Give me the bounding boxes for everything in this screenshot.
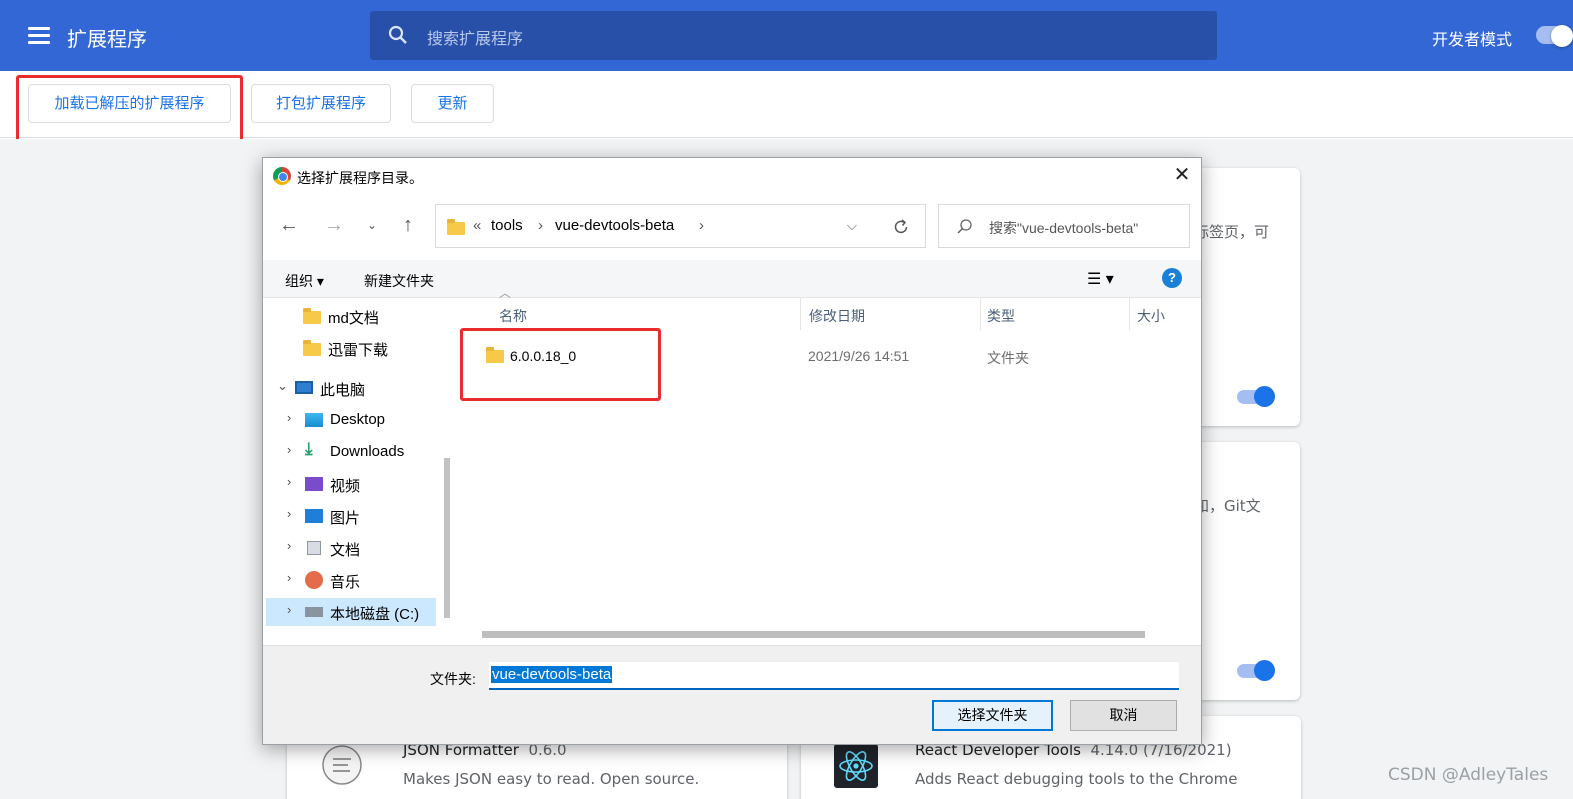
command-bar: 组织 ▾ 新建文件夹 ☰ ▾ ? (263, 260, 1201, 298)
json-formatter-icon (322, 745, 362, 785)
column-header-type[interactable]: 类型 (987, 306, 1015, 326)
nav-item-pictures[interactable]: › 图片 (287, 502, 445, 530)
extension-enable-toggle[interactable] (1237, 386, 1275, 407)
folder-icon (303, 340, 321, 356)
highlight-box-folder (460, 328, 661, 401)
column-header-modified[interactable]: 修改日期 (809, 306, 865, 326)
nav-item-local-disk-c[interactable]: › 本地磁盘 (C:) (266, 598, 436, 626)
nav-scrollbar[interactable] (444, 458, 450, 618)
update-button[interactable]: 更新 (411, 84, 494, 123)
document-icon (307, 541, 321, 555)
folder-icon (447, 219, 465, 235)
extension-enable-toggle[interactable] (1237, 660, 1275, 681)
chevron-down-icon[interactable]: ⌄ (277, 378, 288, 394)
chevron-right-icon[interactable]: › (287, 602, 291, 617)
nav-item-videos[interactable]: › 视频 (287, 470, 445, 498)
chevron-right-icon[interactable]: › (287, 570, 291, 585)
chevron-right-icon[interactable]: › (287, 442, 291, 457)
breadcrumb-tools[interactable]: tools (491, 217, 523, 234)
pack-extension-button[interactable]: 打包扩展程序 (251, 84, 391, 123)
navigation-pane: md文档 迅雷下载 ⌄ 此电脑 › Desktop › ⤓ Downloads … (263, 298, 457, 645)
cancel-button[interactable]: 取消 (1070, 700, 1177, 731)
react-icon (834, 744, 878, 788)
search-icon (388, 25, 407, 44)
folder-name-label: 文件夹: (430, 671, 476, 687)
extension-search-input[interactable]: 搜索扩展程序 (370, 11, 1217, 60)
folder-search-input[interactable]: 搜索"vue-devtools-beta" (938, 204, 1190, 248)
music-icon (305, 571, 323, 589)
nav-item-downloads[interactable]: › ⤓ Downloads (287, 438, 445, 466)
address-dropdown-icon[interactable]: ⌵ (847, 218, 857, 234)
nav-item-desktop[interactable]: › Desktop (287, 406, 445, 434)
nav-item-music[interactable]: › 音乐 (287, 566, 445, 594)
chevron-right-icon[interactable]: › (287, 538, 291, 553)
refresh-icon[interactable] (892, 218, 910, 236)
up-arrow-icon[interactable]: ↑ (397, 214, 419, 237)
nav-item-xunlei-downloads[interactable]: 迅雷下载 (303, 334, 443, 362)
dialog-title: 选择扩展程序目录。 (297, 170, 423, 186)
column-header-name[interactable]: 名称 (499, 306, 527, 326)
forward-arrow-icon[interactable]: → (323, 214, 345, 237)
nav-item-md-docs[interactable]: md文档 (303, 302, 443, 330)
column-header-size[interactable]: 大小 (1137, 306, 1165, 326)
watermark: CSDN @AdleyTales (1388, 765, 1549, 785)
chevron-right-icon[interactable]: › (287, 506, 291, 521)
dialog-footer: 文件夹: vue-devtools-beta 选择文件夹 取消 (263, 645, 1201, 744)
select-folder-button[interactable]: 选择文件夹 (932, 700, 1053, 731)
page-title: 扩展程序 (67, 27, 147, 51)
computer-icon (295, 381, 313, 394)
chevron-right-icon[interactable]: › (287, 474, 291, 489)
search-placeholder: 搜索扩展程序 (427, 29, 524, 48)
desktop-icon (305, 413, 323, 427)
top-bar: 扩展程序 搜索扩展程序 开发者模式 (0, 0, 1573, 71)
nav-item-this-pc[interactable]: ⌄ 此电脑 (277, 374, 445, 402)
nav-item-documents[interactable]: › 文档 (287, 534, 445, 562)
view-options-icon[interactable]: ☰ ▾ (1087, 269, 1114, 289)
select-folder-dialog: 选择扩展程序目录。 ✕ ← → ⌄ ↑ « tools › vue-devtoo… (262, 157, 1202, 745)
address-bar[interactable]: « tools › vue-devtools-beta › ⌵ (435, 204, 926, 248)
search-icon (957, 219, 972, 234)
developer-mode-label: 开发者模式 (1432, 30, 1513, 49)
close-icon[interactable]: ✕ (1171, 164, 1193, 186)
new-folder-button[interactable]: 新建文件夹 (364, 271, 434, 291)
highlight-box-load-button (16, 75, 243, 143)
help-icon[interactable]: ? (1162, 268, 1182, 288)
chrome-icon (273, 167, 291, 185)
organize-menu[interactable]: 组织 ▾ (285, 271, 324, 291)
drive-icon (305, 607, 323, 617)
chevron-right-icon[interactable]: › (287, 410, 291, 425)
video-icon (305, 477, 323, 491)
developer-mode-toggle[interactable] (1536, 25, 1573, 47)
picture-icon (305, 509, 323, 523)
download-icon: ⤓ (305, 439, 313, 458)
horizontal-scrollbar[interactable] (482, 631, 1145, 638)
hamburger-menu-icon[interactable] (28, 27, 50, 45)
folder-icon (303, 308, 321, 324)
folder-name-value: vue-devtools-beta (491, 666, 613, 683)
back-arrow-icon[interactable]: ← (278, 214, 300, 237)
recent-dropdown-icon[interactable]: ⌄ (361, 218, 383, 232)
sort-arrow-icon: ︿ (499, 286, 512, 300)
breadcrumb-vue-devtools-beta[interactable]: vue-devtools-beta (555, 217, 674, 234)
